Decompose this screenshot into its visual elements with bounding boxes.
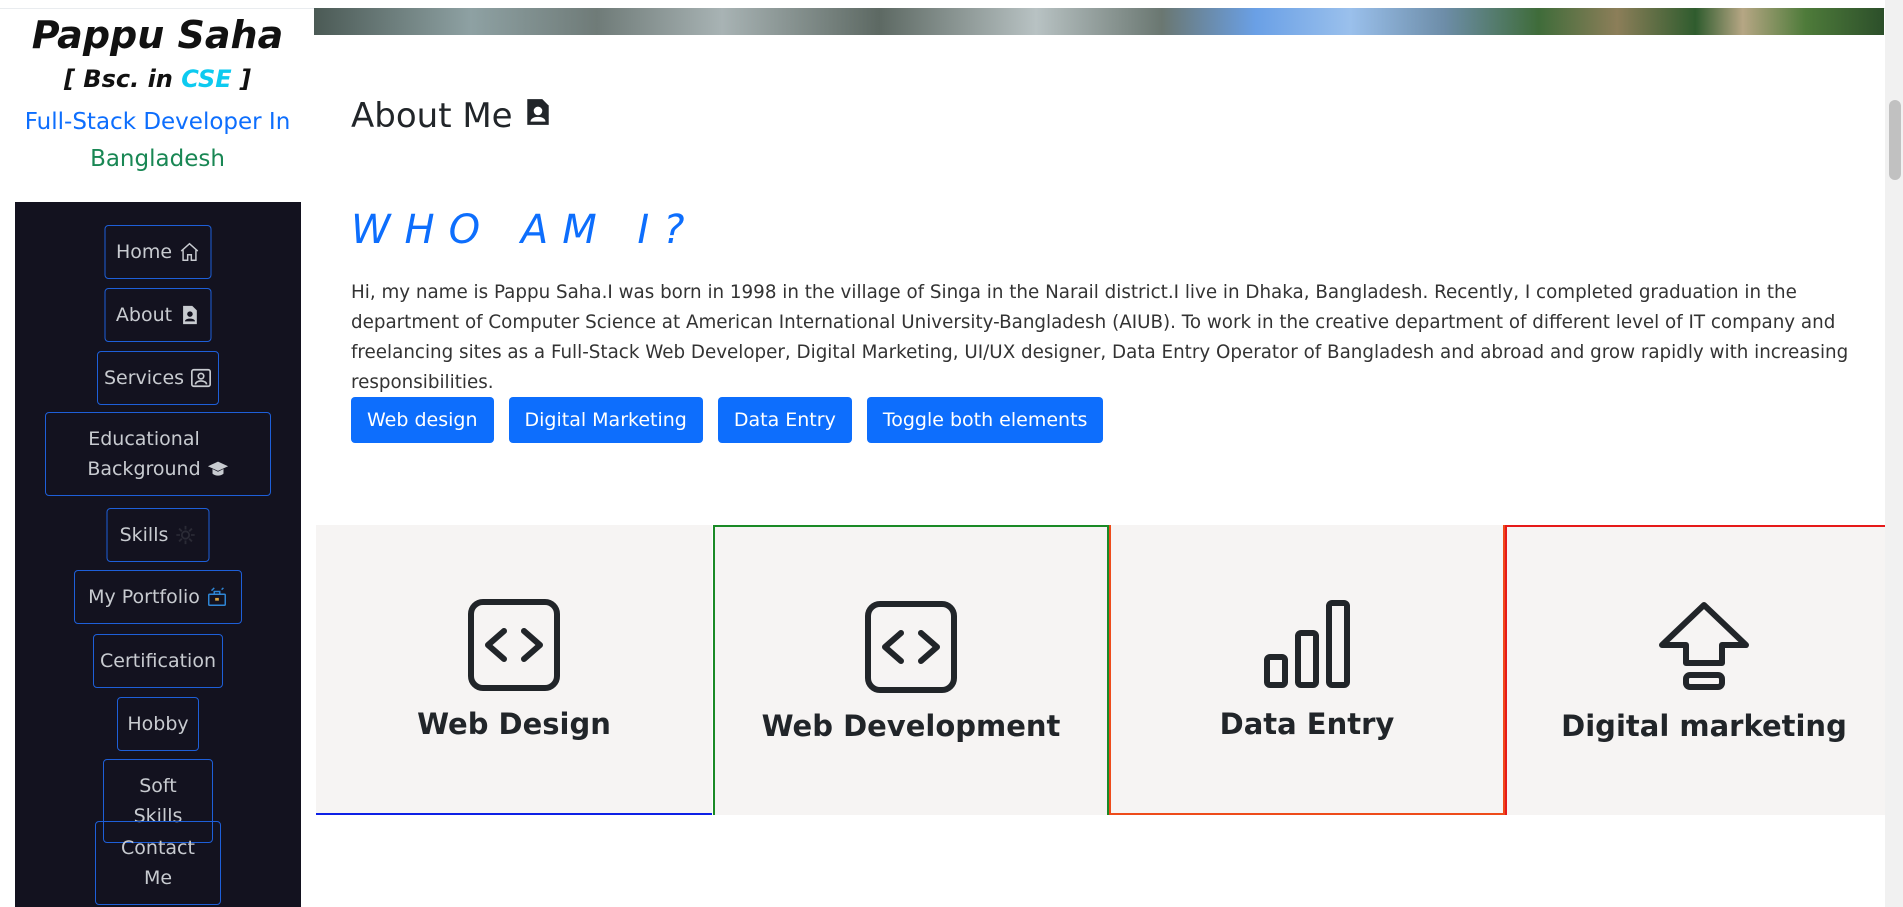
degree-close: ]: [231, 65, 252, 93]
person-badge-icon: [190, 367, 212, 389]
home-icon: [178, 241, 200, 263]
digital-marketing-button[interactable]: Digital Marketing: [508, 397, 703, 443]
gear-icon: [174, 524, 196, 546]
page-title: About Me: [351, 94, 551, 138]
sidebar-item-label: Certification: [100, 650, 216, 672]
sidebar-item-home[interactable]: Home: [104, 225, 212, 279]
card-data-entry[interactable]: Data Entry: [1109, 525, 1505, 815]
web-design-button[interactable]: Web design: [351, 397, 494, 443]
role-line-2: Bangladesh: [90, 146, 225, 172]
sidebar-item-label: Services: [103, 367, 185, 389]
portfolio-icon: [206, 586, 228, 608]
degree-accent: CSE: [181, 65, 232, 93]
toggle-both-button[interactable]: Toggle both elements: [866, 397, 1104, 443]
who-am-i-heading: WHO AM I?: [351, 207, 699, 253]
arrow-up-icon: [1656, 599, 1752, 695]
sidebar-item-portfolio[interactable]: My Portfolio: [74, 570, 242, 624]
graduation-cap-icon: [207, 458, 229, 480]
sidebar-item-label: Skills: [119, 524, 169, 546]
card-title: Data Entry: [1219, 707, 1395, 741]
sidebar-item-label: About: [115, 304, 173, 326]
profile-role: Full-Stack Developer In Bangladesh: [14, 104, 301, 178]
sidebar-item-certification[interactable]: Certification: [93, 634, 223, 688]
bar-chart-icon: [1259, 597, 1355, 693]
hero-banner-image: [314, 8, 1884, 35]
sidebar-item-label: My Portfolio: [88, 586, 200, 608]
skill-buttons: Web design Digital Marketing Data Entry …: [351, 397, 1104, 443]
sidebar-item-about[interactable]: About: [104, 288, 212, 342]
sidebar-item-label: Hobby: [127, 713, 189, 735]
sidebar-item-contact[interactable]: Contact Me: [95, 821, 221, 905]
contact-card-icon: [178, 304, 200, 326]
code-square-icon: [466, 597, 562, 693]
code-square-icon: [863, 599, 959, 695]
sidebar-item-hobby[interactable]: Hobby: [117, 697, 199, 751]
sidebar-item-skills[interactable]: Skills: [106, 508, 210, 562]
card-web-design[interactable]: Web Design: [316, 525, 712, 815]
profile-name: Pappu Saha: [31, 13, 284, 57]
card-title: Web Design: [417, 707, 611, 741]
intro-paragraph: Hi, my name is Pappu Saha.I was born in …: [351, 282, 1849, 393]
profile-header: Pappu Saha [ Bsc. in CSE ] Full-Stack De…: [14, 8, 301, 178]
card-title: Digital marketing: [1561, 709, 1847, 743]
sidebar-item-label: Home: [115, 241, 173, 263]
sidebar-item-services[interactable]: Services: [97, 351, 219, 405]
scrollbar-thumb[interactable]: [1889, 100, 1901, 180]
card-title: Web Development: [761, 709, 1061, 743]
card-web-development[interactable]: Web Development: [713, 525, 1109, 815]
about-title-text: About Me: [351, 96, 513, 136]
sidebar-item-education[interactable]: Educational Background: [45, 412, 271, 496]
card-digital-marketing[interactable]: Digital marketing: [1505, 525, 1901, 815]
data-entry-button[interactable]: Data Entry: [717, 397, 852, 443]
profile-degree: [ Bsc. in CSE ]: [14, 64, 301, 94]
sidebar: Home About Services Educational Backgroun…: [15, 202, 301, 907]
sidebar-item-label: Educational Background: [87, 428, 201, 480]
service-cards: Web Design Web Development Data Entry Di…: [316, 525, 1903, 815]
sidebar-item-label: Contact Me: [121, 837, 195, 889]
contact-card-icon: [525, 94, 551, 138]
page-scrollbar[interactable]: [1885, 0, 1903, 907]
role-line-1: Full-Stack Developer In: [24, 109, 291, 135]
degree-open: [ Bsc. in: [63, 65, 182, 93]
